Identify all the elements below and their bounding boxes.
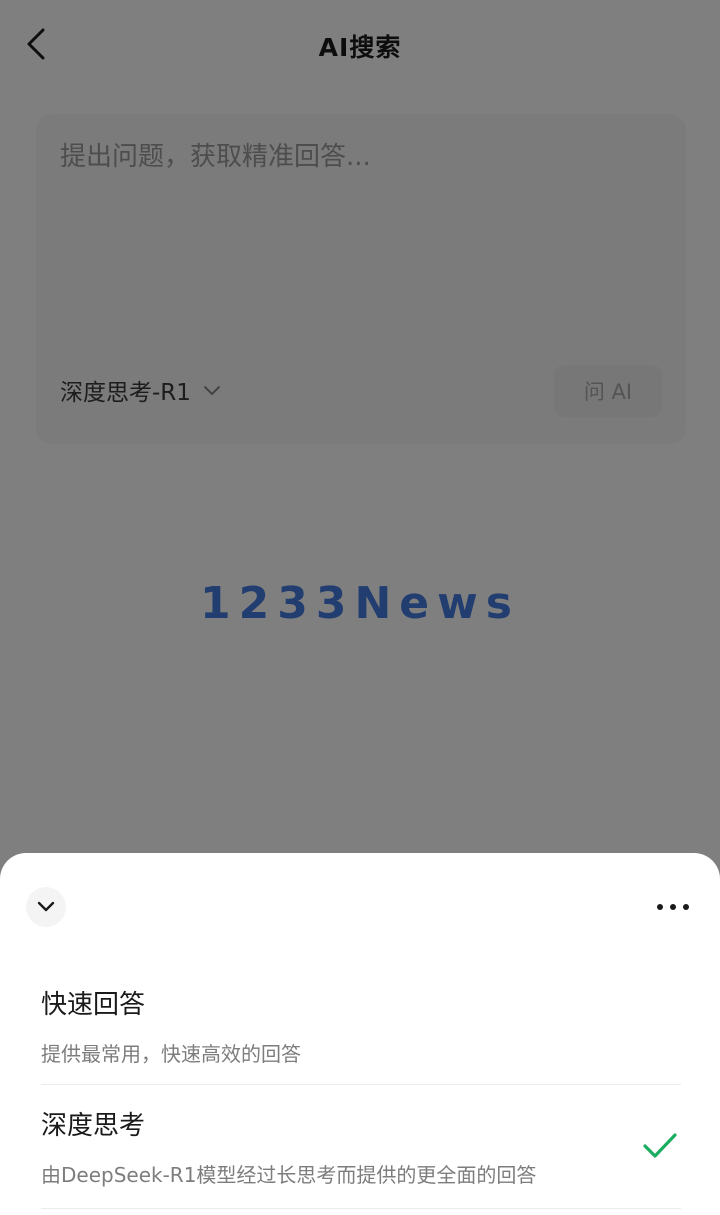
option-title: 深度思考 (41, 1111, 146, 1141)
more-horizontal-icon (657, 904, 689, 910)
divider (41, 1208, 681, 1209)
collapse-sheet-button[interactable] (26, 887, 66, 927)
option-description: 由DeepSeek-R1模型经过长思考而提供的更全面的回答 (41, 1163, 537, 1187)
check-icon (643, 1133, 677, 1158)
more-options-button[interactable] (648, 887, 698, 927)
option-deep-thinking[interactable]: 深度思考 由DeepSeek-R1模型经过长思考而提供的更全面的回答 (0, 1085, 720, 1209)
answer-mode-sheet: 快速回答 提供最常用，快速高效的回答 深度思考 由DeepSeek-R1模型经过… (0, 853, 720, 1215)
option-title: 快速回答 (41, 990, 146, 1020)
option-description: 提供最常用，快速高效的回答 (41, 1042, 301, 1066)
chevron-down-icon (37, 901, 55, 912)
option-fast-answer[interactable]: 快速回答 提供最常用，快速高效的回答 (0, 968, 720, 1084)
